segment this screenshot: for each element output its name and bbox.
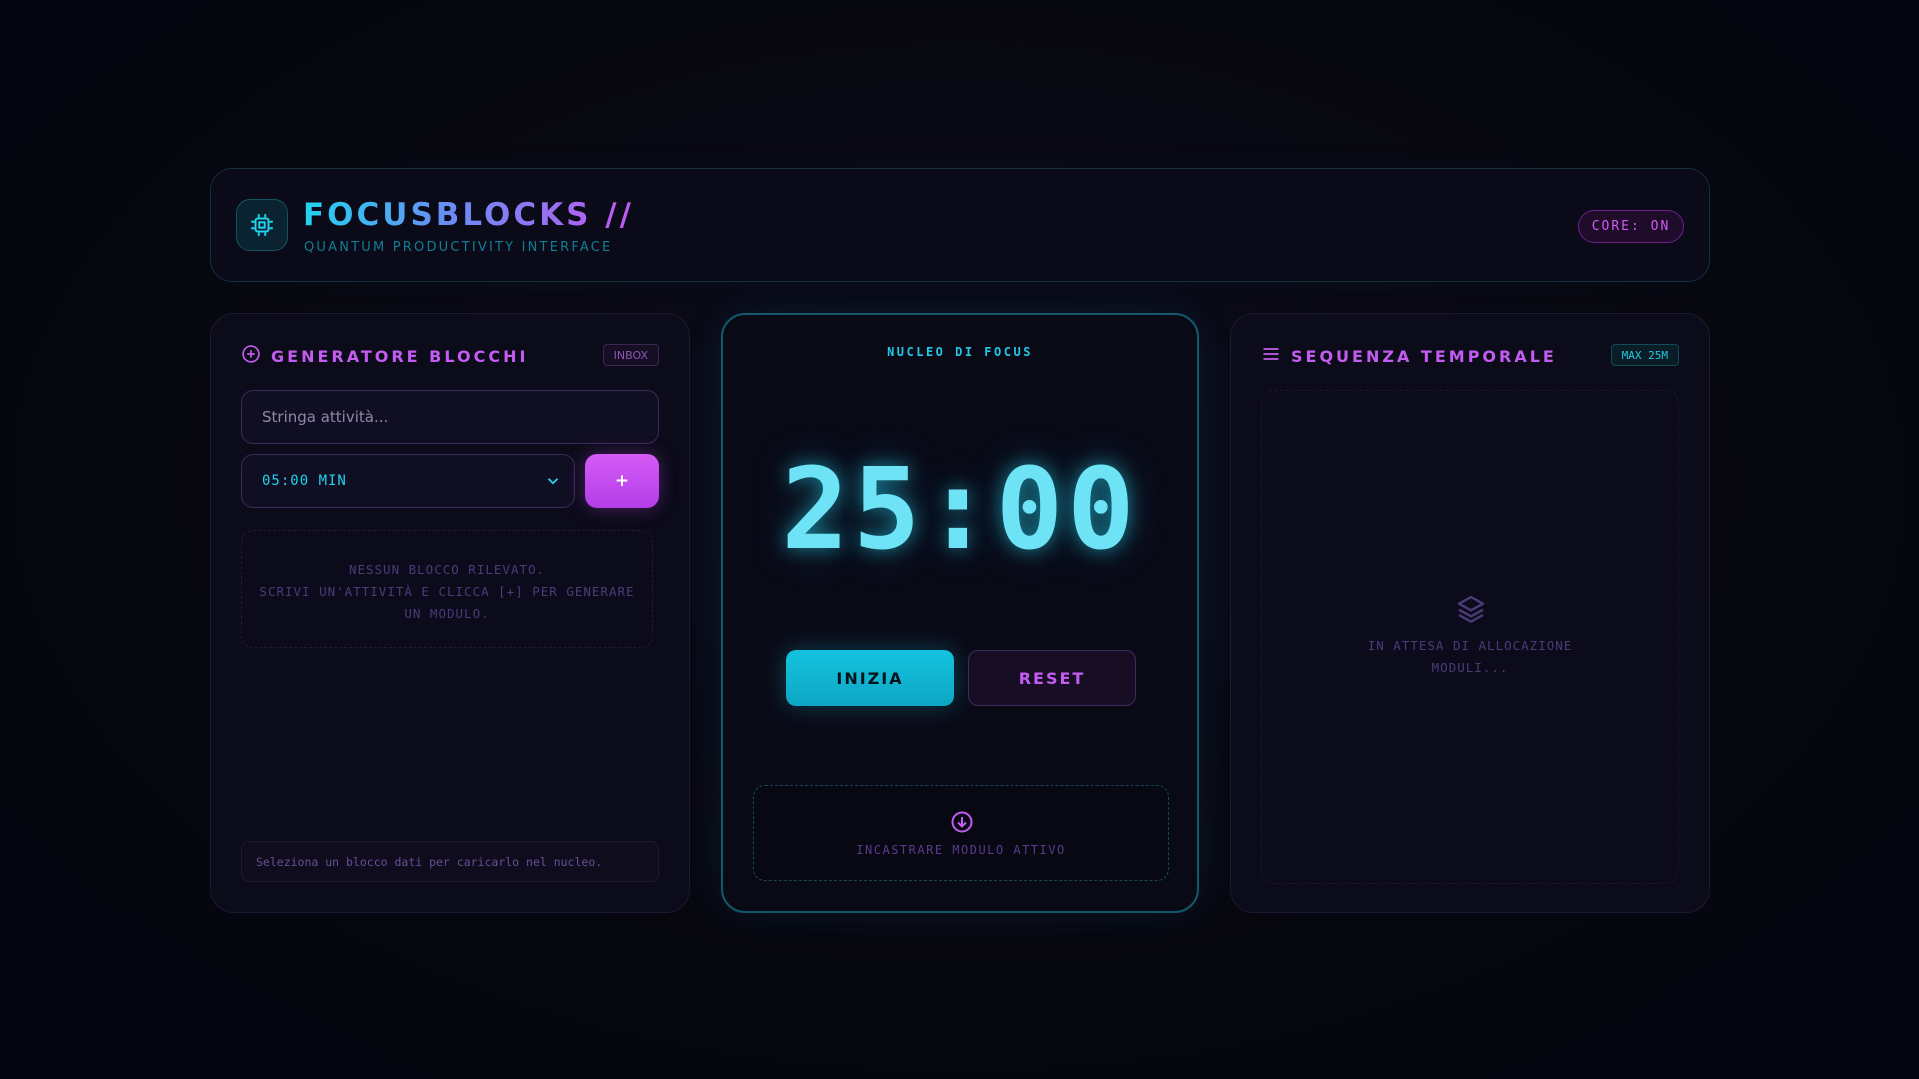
- block-generator-header: GENERATORE BLOCCHI: [241, 344, 528, 368]
- app-subtitle: QUANTUM PRODUCTIVITY INTERFACE: [304, 240, 613, 255]
- download-circle-icon: [950, 810, 974, 838]
- duration-value: 05:00 MIN: [262, 473, 347, 489]
- empty-line-1: NESSUN BLOCCO RILEVATO.: [348, 562, 546, 577]
- cpu-chip-icon: [236, 199, 288, 251]
- block-generator-title: GENERATORE BLOCCHI: [271, 346, 529, 366]
- timer-display: 25:00: [781, 445, 1139, 575]
- timeline-dropzone[interactable]: IN ATTESA DI ALLOCAZIONE MODULI...: [1261, 390, 1679, 884]
- inbox-tag: INBOX: [602, 344, 659, 366]
- empty-blocks-message: NESSUN BLOCCO RILEVATO. SCRIVI UN'ATTIVI…: [241, 530, 653, 648]
- empty-line-2: SCRIVI UN'ATTIVITÀ E CLICCA [+] PER GENE…: [259, 584, 635, 599]
- timeline-title: SEQUENZA TEMPORALE: [1291, 346, 1557, 366]
- start-button[interactable]: INIZIA: [786, 650, 954, 706]
- app-header: FOCUSBLOCKS // QUANTUM PRODUCTIVITY INTE…: [210, 168, 1710, 282]
- layers-icon: [1455, 593, 1487, 629]
- wait-line-1: IN ATTESA DI ALLOCAZIONE: [1367, 638, 1573, 653]
- duration-select[interactable]: 05:00 MIN: [241, 454, 575, 508]
- task-input[interactable]: Stringa attività...: [241, 390, 659, 444]
- core-status-badge: CORE: ON: [1578, 210, 1684, 243]
- add-block-button[interactable]: +: [585, 454, 659, 508]
- dropzone-label: INCASTRARE MODULO ATTIVO: [856, 843, 1066, 857]
- reset-button[interactable]: RESET: [968, 650, 1136, 706]
- empty-line-3: UN MODULO.: [404, 606, 490, 621]
- plus-circle-icon: [241, 344, 261, 368]
- app-brand: FOCUSBLOCKS //: [303, 197, 634, 233]
- max-duration-tag: MAX 25M: [1610, 344, 1679, 366]
- timeline-header: SEQUENZA TEMPORALE: [1261, 344, 1557, 368]
- active-module-dropzone[interactable]: INCASTRARE MODULO ATTIVO: [753, 785, 1169, 881]
- chevron-down-icon: [544, 472, 562, 494]
- menu-lines-icon: [1261, 344, 1281, 368]
- timeline-panel: SEQUENZA TEMPORALE MAX 25M IN ATTESA DI …: [1230, 313, 1710, 913]
- focus-core-panel: NUCLEO DI FOCUS 25:00 INIZIA RESET INCAS…: [721, 313, 1199, 913]
- block-generator-panel: GENERATORE BLOCCHI INBOX Stringa attivit…: [210, 313, 690, 913]
- awaiting-allocation-message: IN ATTESA DI ALLOCAZIONE MODULI...: [1262, 635, 1678, 679]
- wait-line-2: MODULI...: [1431, 660, 1509, 675]
- selection-hint: Seleziona un blocco dati per caricarlo n…: [241, 841, 659, 882]
- focus-core-label: NUCLEO DI FOCUS: [887, 345, 1033, 359]
